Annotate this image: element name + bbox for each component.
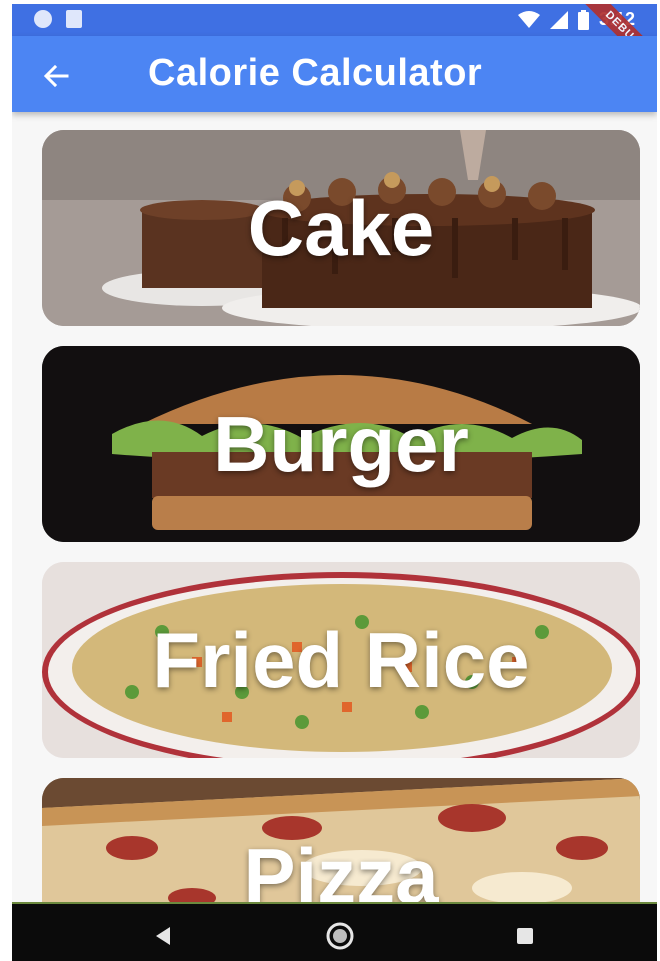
battery-icon (577, 9, 589, 30)
nav-recents-button[interactable] (509, 920, 541, 952)
notification-circle-icon (34, 10, 52, 28)
status-left-icons (34, 10, 82, 28)
status-bar: 3:12 DEBUG (12, 4, 657, 85)
food-list: Cake Burger Fried Rice Pizza (42, 130, 640, 961)
phone-screen: 3:12 DEBUG Calorie Calculator (12, 4, 657, 961)
food-card-fried-rice[interactable]: Fried Rice (42, 562, 640, 758)
food-card-burger[interactable]: Burger (42, 346, 640, 542)
food-label: Fried Rice (152, 615, 530, 704)
back-button[interactable] (38, 58, 74, 94)
nav-home-button[interactable] (324, 920, 356, 952)
signal-icon (549, 10, 568, 29)
square-recents-icon (517, 928, 533, 944)
sd-card-icon (66, 10, 82, 28)
system-nav-bar (12, 902, 657, 961)
food-label: Burger (213, 399, 469, 488)
triangle-back-icon (156, 927, 170, 945)
wifi-icon (517, 10, 540, 28)
device-left-edge (0, 0, 12, 961)
food-card-cake[interactable]: Cake (42, 130, 640, 326)
arrow-left-icon (43, 65, 69, 87)
nav-back-button[interactable] (147, 920, 179, 952)
page-title: Calorie Calculator (148, 52, 483, 94)
app-bar: Calorie Calculator (12, 36, 657, 112)
food-label: Cake (247, 183, 435, 272)
circle-home-icon (326, 922, 354, 950)
